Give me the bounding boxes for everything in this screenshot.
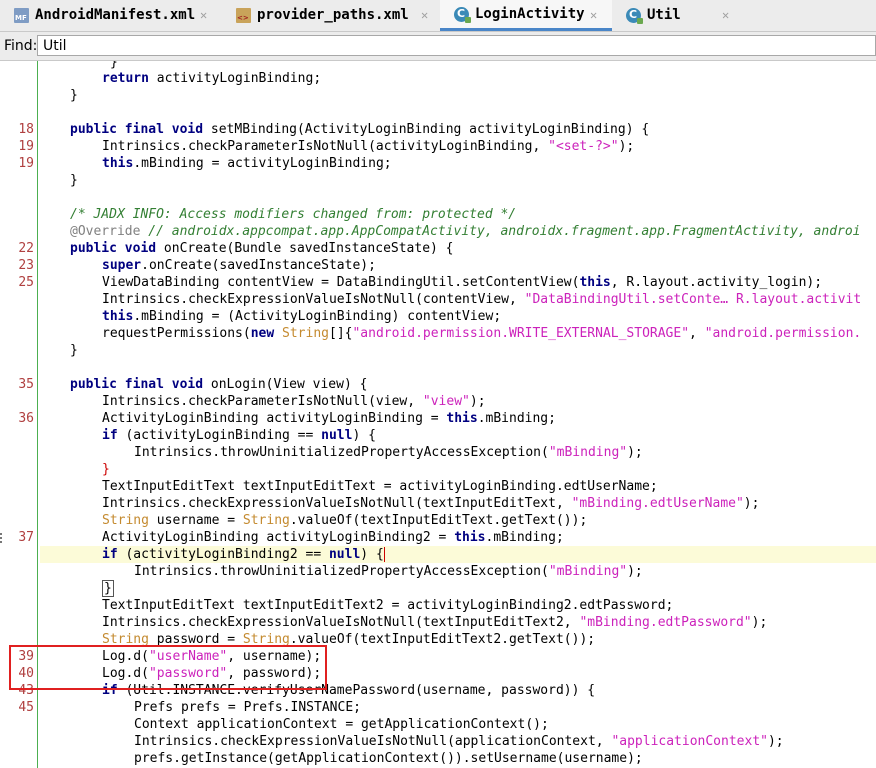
- code-line: Intrinsics.checkExpressionValueIsNotNull…: [102, 496, 760, 511]
- manifest-file-icon: [14, 7, 29, 23]
- editor-tab-bar: AndroidManifest.xml ✕ provider_paths.xml…: [0, 0, 876, 32]
- code-line: Intrinsics.throwUninitializedPropertyAcc…: [134, 445, 643, 460]
- code-line: Intrinsics.checkExpressionValueIsNotNull…: [102, 292, 862, 307]
- code-line-current: if (activityLoginBinding2 == null) {: [0, 546, 876, 563]
- tab-loginactivity[interactable]: LoginActivity ✕: [440, 0, 612, 31]
- code-line: }: [0, 580, 876, 597]
- code-line: @Override // androidx.appcompat.app.AppC…: [70, 224, 861, 239]
- tab-label: provider_paths.xml: [257, 7, 409, 23]
- code-line: }: [70, 88, 78, 103]
- code-line: String username = String.valueOf(textInp…: [102, 513, 588, 528]
- code-line: 18 public final void setMBinding(Activity…: [18, 122, 650, 137]
- code-line: Context applicationContext = getApplicat…: [134, 717, 549, 732]
- java-class-icon: [626, 7, 643, 24]
- code-line: Intrinsics.checkParameterIsNotNull(view,…: [102, 394, 486, 409]
- code-line: }: [70, 173, 78, 188]
- close-icon[interactable]: ✕: [200, 8, 207, 22]
- code-line: 23 super.onCreate(savedInstanceState);: [18, 258, 376, 273]
- matched-brace: }: [102, 580, 114, 597]
- find-input[interactable]: [37, 35, 876, 56]
- tab-androidmanifest[interactable]: AndroidManifest.xml ✕: [0, 0, 222, 30]
- code-line: TextInputEditText textInputEditText2 = a…: [102, 598, 674, 613]
- highlight-annotation-box: [9, 645, 327, 690]
- code-line: this.mBinding = (ActivityLoginBinding) c…: [102, 309, 502, 324]
- code-line: Intrinsics.throwUninitializedPropertyAcc…: [134, 564, 643, 579]
- code-line: }: [70, 343, 78, 358]
- close-icon[interactable]: ✕: [590, 8, 597, 22]
- code-line: 22 public void onCreate(Bundle savedInsta…: [18, 241, 454, 256]
- code-line: Intrinsics.checkExpressionValueIsNotNull…: [134, 734, 784, 749]
- code-line: return activityLoginBinding;: [102, 71, 322, 86]
- code-line: prefs.getInstance(getApplicationContext(…: [134, 751, 643, 766]
- code-line: 25 ViewDataBinding contentView = DataBind…: [18, 275, 823, 290]
- code-line: 19 Intrinsics.checkParameterIsNotNull(act…: [18, 139, 635, 154]
- close-icon[interactable]: ✕: [722, 8, 729, 22]
- code-line: 35 public final void onLogin(View view) {: [18, 377, 368, 392]
- code-line: 37 ActivityLoginBinding activityLoginBind…: [18, 530, 564, 545]
- code-line: 45 Prefs prefs = Prefs.INSTANCE;: [18, 700, 361, 715]
- code-line: Intrinsics.checkExpressionValueIsNotNull…: [102, 615, 768, 630]
- code-line: if (activityLoginBinding == null) {: [102, 428, 376, 443]
- tab-label: AndroidManifest.xml: [35, 7, 196, 23]
- code-line: requestPermissions(new String[]{"android…: [102, 326, 862, 341]
- tab-util[interactable]: Util ✕: [612, 0, 742, 30]
- find-label: Find:: [4, 38, 38, 54]
- tab-provider-paths[interactable]: provider_paths.xml ✕: [222, 0, 440, 30]
- code-line: /* JADX INFO: Access modifiers changed f…: [70, 207, 517, 222]
- code-line: 36 ActivityLoginBinding activityLoginBind…: [18, 411, 556, 426]
- java-class-icon: [454, 6, 471, 23]
- text-caret: [383, 547, 385, 562]
- tab-label: Util: [647, 7, 681, 23]
- code-line: 19 this.mBinding = activityLoginBinding;: [18, 156, 392, 171]
- close-icon[interactable]: ✕: [421, 8, 428, 22]
- xml-file-icon: [236, 7, 251, 23]
- find-bar: Find:: [0, 32, 876, 61]
- code-editor[interactable]: } return activityLoginBinding; } 18 publi…: [0, 61, 876, 768]
- tab-label: LoginActivity: [475, 6, 585, 22]
- code-line: }: [102, 462, 110, 477]
- code-line: TextInputEditText textInputEditText = ac…: [102, 479, 658, 494]
